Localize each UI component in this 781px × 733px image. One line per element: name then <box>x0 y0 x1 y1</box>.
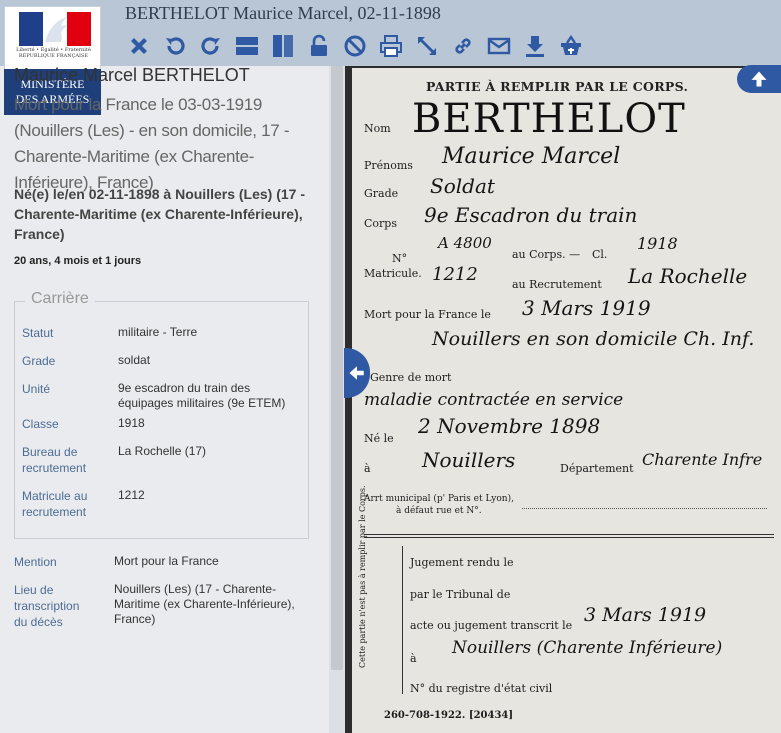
career-row-label: Classe <box>22 417 59 431</box>
doc-label: par le Tribunal de <box>410 588 511 601</box>
panel-scrollbar-thumb[interactable] <box>331 66 343 670</box>
birth-statement: Né(e) le/en 02-11-1898 à Nouillers (Les)… <box>14 186 306 242</box>
doc-label: au Corps. — <box>512 248 581 261</box>
doc-label: N° <box>392 252 408 265</box>
doc-label: Genre de mort <box>370 371 452 384</box>
doc-footer: 260-708-1922. [20434] <box>384 710 514 721</box>
career-row-value: 1212 <box>118 488 145 502</box>
link-icon[interactable] <box>448 31 478 61</box>
career-row-label: Matricule au recrutement <box>22 489 88 519</box>
doc-label: Jugement rendu le <box>410 556 514 569</box>
doc-label: Prénoms <box>364 159 413 172</box>
doc-label: Grade <box>364 187 399 200</box>
doc-label: acte ou jugement transcrit le <box>410 619 573 632</box>
doc-side-note: Cette partie n'est pas à remplir par le … <box>358 485 367 668</box>
doc-label: à <box>364 462 371 475</box>
transcription-value: Nouillers (Les) (17 - Charente-Maritime … <box>114 582 295 626</box>
doc-handwriting: 2 Novembre 1898 <box>418 414 601 438</box>
block-icon[interactable] <box>340 31 370 61</box>
rotate-left-icon[interactable] <box>160 31 190 61</box>
career-legend: Carrière <box>25 290 95 308</box>
doc-label: Arrt municipal (p' Paris et Lyon), <box>364 494 514 504</box>
doc-handwriting: A 4800 <box>438 234 492 252</box>
career-row-label: Grade <box>22 354 56 368</box>
career-fieldset: Carrière Statut militaire - Terre Grade … <box>14 290 309 539</box>
arrow-up-icon[interactable] <box>737 65 781 93</box>
career-row-value: La Rochelle (17) <box>118 444 207 458</box>
doc-label: à défaut rue et N°. <box>396 506 482 516</box>
career-row-label: Unité <box>22 382 51 396</box>
mention-label: Mention <box>14 555 57 569</box>
age-at-death: 20 ans, 4 mois et 1 jours <box>14 255 142 267</box>
person-name: Maurice Marcel BERTHELOT <box>14 65 250 85</box>
death-statement: Mort pour la France le 03-03-1919 (Nouil… <box>14 95 290 192</box>
doc-handwriting: Nouillers en son domicile Ch. Inf. <box>432 328 755 350</box>
toolbar <box>124 31 586 61</box>
doc-label: Nom <box>364 122 391 135</box>
doc-label: Cl. <box>592 248 608 261</box>
document-viewer[interactable]: PARTIE À REMPLIR PAR LE CORPS. Nom BERTH… <box>345 66 781 733</box>
scanned-document: PARTIE À REMPLIR PAR LE CORPS. Nom BERTH… <box>352 68 781 733</box>
doc-handwriting: maladie contractée en service <box>364 390 624 410</box>
doc-handwriting: 9e Escadron du train <box>424 203 638 227</box>
career-row-value: 1918 <box>118 416 145 430</box>
app-root: BERTHELOT Maurice Marcel, 02-11-1898 Lib… <box>0 0 781 733</box>
logo-republic: RÉPUBLIQUE FRANÇAISE <box>18 53 89 59</box>
lock-icon[interactable] <box>304 31 334 61</box>
career-row-value: militaire - Terre <box>118 325 198 339</box>
record-title: BERTHELOT Maurice Marcel, 02-11-1898 <box>125 3 441 23</box>
doc-handwriting: 3 Mars 1919 <box>584 604 707 626</box>
close-icon[interactable] <box>124 31 154 61</box>
career-row-value: 9e escadron du train des équipages milit… <box>118 381 286 410</box>
career-row-value: soldat <box>118 353 151 367</box>
doc-label: à <box>410 652 417 665</box>
doc-handwriting: 1918 <box>637 234 678 253</box>
doc-handwriting: Nouillers (Charente Inférieure) <box>452 638 723 658</box>
doc-handwriting: Charente Infre <box>642 450 763 469</box>
doc-header: PARTIE À REMPLIR PAR LE CORPS. <box>426 79 689 94</box>
doc-label: Matricule. <box>364 267 422 280</box>
horizontal-layout-icon[interactable] <box>232 31 262 61</box>
vertical-layout-icon[interactable] <box>268 31 298 61</box>
header-bar: BERTHELOT Maurice Marcel, 02-11-1898 <box>0 0 781 66</box>
rotate-right-icon[interactable] <box>196 31 226 61</box>
fullscreen-icon[interactable] <box>412 31 442 61</box>
doc-label: Mort pour la France le <box>364 308 491 321</box>
marianne-logo-icon <box>19 12 91 46</box>
doc-label: Département <box>560 462 634 475</box>
doc-surname: BERTHELOT <box>412 96 686 142</box>
doc-handwriting: 3 Mars 1919 <box>522 296 651 320</box>
transcription-label: Lieu de transcription du décès <box>14 583 80 629</box>
doc-label: Corps <box>364 217 397 230</box>
doc-label: Né le <box>364 432 394 445</box>
basket-icon[interactable] <box>556 31 586 61</box>
mail-icon[interactable] <box>484 31 514 61</box>
print-icon[interactable] <box>376 31 406 61</box>
doc-handwriting: Soldat <box>430 174 495 198</box>
doc-handwriting: Maurice Marcel <box>442 144 621 169</box>
doc-handwriting: 1212 <box>432 264 478 285</box>
doc-label: au Recrutement <box>512 278 602 291</box>
mention-value: Mort pour la France <box>114 554 219 568</box>
doc-label: N° du registre d'état civil <box>410 682 553 695</box>
doc-handwriting: Nouillers <box>422 448 516 472</box>
career-row-label: Statut <box>22 326 54 340</box>
download-icon[interactable] <box>520 31 550 61</box>
doc-handwriting: La Rochelle <box>628 264 748 288</box>
career-row-label: Bureau de recrutement <box>22 445 87 475</box>
